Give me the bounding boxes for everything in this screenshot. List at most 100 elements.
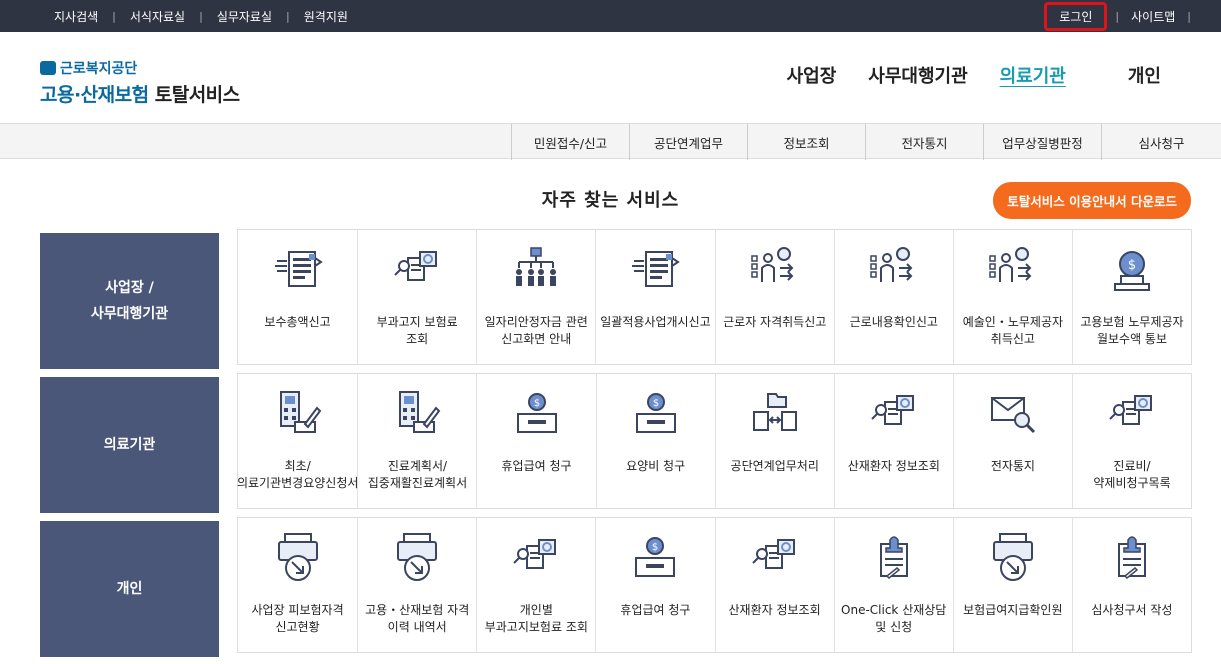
service-item[interactable]: 산재환자 정보조회 [714, 518, 834, 652]
category-label: 사업장 / 사무대행기관 [40, 233, 219, 369]
service-item-label: 진료계획서/집중재활진료계획서 [367, 459, 468, 490]
service-item[interactable]: 근로내용확인신고 [833, 230, 953, 364]
service-grid: 최초/의료기관변경요양신청서 진료계획서/집중재활진료계획서 $ 휴업급여 청구 $ 요양… [237, 373, 1192, 509]
stamp-document-icon [1103, 530, 1161, 592]
service-row: 개인사업장 피보험자격 신고현황 고용・산재보험 자격 이력 내역서 개인별 부과고… [40, 517, 1192, 657]
service-item-label: 일괄적용사업개시신고 [600, 315, 711, 329]
sitemap-link[interactable]: 사이트맵 [1119, 8, 1187, 25]
printer-arrow-icon [269, 530, 327, 592]
top-utility-bar: 지사검색 | 서식자료실 | 실무자료실 | 원격지원 로그인 | 사이트맵 | [0, 0, 1221, 32]
nav-workplace[interactable]: 사업장 [787, 62, 837, 88]
service-item[interactable]: $ 휴업급여 청구 [476, 374, 595, 508]
service-item[interactable]: 일자리안정자금 관련 신고화면 안내 [476, 230, 595, 364]
service-item[interactable]: One-Click 산재상담 및 신청 [833, 518, 953, 652]
nav-medical[interactable]: 의료기관 [1000, 62, 1066, 88]
separator: | [1187, 9, 1191, 23]
service-item[interactable]: 부과고지 보험료 조회 [357, 230, 476, 364]
service-grid: 보수총액신고 부과고지 보험료 조회 일자리안정자금 관련 신고화면 안내 일괄적용사… [237, 229, 1192, 365]
document-list-icon [626, 242, 684, 304]
service-row: 의료기관최초/의료기관변경요양신청서 진료계획서/집중재활진료계획서 $ 휴업급여 청… [40, 373, 1192, 513]
service-item[interactable]: 진료비/약제비청구목록 [1071, 374, 1191, 508]
invoice-search-icon [1103, 386, 1161, 448]
service-item[interactable]: 예술인・노무제공자 취득신고 [952, 230, 1072, 364]
worker-list-icon [746, 242, 804, 304]
service-row: 사업장 / 사무대행기관보수총액신고 부과고지 보험료 조회 일자리안정자금 관련 신… [40, 229, 1192, 369]
logo-org: 근로복지공단 [40, 58, 240, 78]
logo-org-label: 근로복지공단 [60, 61, 138, 77]
document-list-icon [269, 242, 327, 304]
login-button[interactable]: 로그인 [1044, 1, 1108, 31]
topbar-link-materials[interactable]: 실무자료실 [203, 8, 286, 25]
hospital-pen-icon [388, 386, 446, 448]
money-box-icon: $ [626, 530, 684, 592]
topbar-link-forms[interactable]: 서식자료실 [116, 8, 199, 25]
service-item[interactable]: $ 휴업급여 청구 [595, 518, 714, 652]
invoice-search-icon [507, 530, 565, 592]
service-item[interactable]: 근로자 자격취득신고 [714, 230, 834, 364]
subnav-e-notice[interactable]: 전자통지 [865, 124, 983, 160]
money-box-icon: $ [627, 386, 685, 448]
main-nav: 사업장 사무대행기관 의료기관 개인 [755, 62, 1161, 88]
worker-list-icon [865, 242, 923, 304]
guide-download-button[interactable]: 토탈서비스 이용안내서 다운로드 [993, 182, 1191, 219]
site-logo[interactable]: 근로복지공단 고용·산재보험 토탈서비스 [40, 58, 240, 107]
service-item[interactable]: 일괄적용사업개시신고 [595, 230, 714, 364]
envelope-search-icon [984, 386, 1042, 448]
service-item-label: 사업장 피보험자격 신고현황 [251, 603, 344, 634]
topbar-link-remote-support[interactable]: 원격지원 [290, 8, 362, 25]
service-item-label: 휴업급여 청구 [501, 459, 572, 473]
service-item-label: One-Click 산재상담 및 신청 [841, 603, 947, 634]
subnav-info-lookup[interactable]: 정보조회 [747, 124, 865, 160]
service-item[interactable]: 전자통지 [952, 374, 1072, 508]
service-item-label: 최초/의료기관변경요양신청서 [236, 459, 359, 490]
category-label: 개인 [40, 521, 219, 657]
service-item[interactable]: 최초/의료기관변경요양신청서 [237, 374, 358, 508]
sub-nav-bar: 민원접수/신고 공단연계업무 정보조회 전자통지 업무상질병판정 심사청구 [0, 123, 1221, 160]
svg-text:$: $ [533, 398, 539, 409]
worker-list-icon [984, 242, 1042, 304]
service-item-label: 보험급여지급확인원 [963, 603, 1063, 617]
service-item-label: 휴업급여 청구 [620, 603, 691, 617]
service-item[interactable]: 보수총액신고 [238, 230, 357, 364]
nav-agency[interactable]: 사무대행기관 [868, 62, 967, 88]
logo-title-b: 토탈서비스 [154, 84, 240, 106]
service-item[interactable]: 진료계획서/집중재활진료계획서 [357, 374, 476, 508]
service-item[interactable]: $ 고용보험 노무제공자 월보수액 통보 [1071, 230, 1191, 364]
invoice-search-icon [746, 530, 804, 592]
service-item-label: 예술인・노무제공자 취득신고 [962, 315, 1064, 346]
service-item-label: 산재환자 정보조회 [847, 459, 940, 473]
service-grid: 사업장 피보험자격 신고현황 고용・산재보험 자격 이력 내역서 개인별 부과고지보… [237, 517, 1192, 653]
invoice-search-icon [865, 386, 923, 448]
subnav-appeal[interactable]: 심사청구 [1101, 124, 1221, 160]
service-item-label: 보수총액신고 [264, 315, 331, 329]
service-item-label: 개인별 부과고지보험료 조회 [484, 603, 588, 634]
money-box-icon: $ [508, 386, 566, 448]
subnav-civil-report[interactable]: 민원접수/신고 [511, 124, 629, 160]
money-bag-icon: $ [1103, 242, 1161, 304]
exchange-folder-icon [746, 386, 804, 448]
service-item[interactable]: 공단연계업무처리 [714, 374, 834, 508]
service-item[interactable]: 개인별 부과고지보험료 조회 [476, 518, 595, 652]
service-item[interactable]: 사업장 피보험자격 신고현황 [238, 518, 357, 652]
service-item-label: 심사청구서 작성 [1091, 603, 1173, 617]
printer-arrow-icon [388, 530, 446, 592]
service-item[interactable]: $ 요양비 청구 [595, 374, 715, 508]
subnav-linked-tasks[interactable]: 공단연계업무 [629, 124, 747, 160]
service-item-label: 전자통지 [990, 459, 1035, 473]
service-item[interactable]: 심사청구서 작성 [1071, 518, 1191, 652]
nav-personal[interactable]: 개인 [1128, 62, 1161, 88]
service-item-label: 요양비 청구 [626, 459, 686, 473]
service-item-label: 근로내용확인신고 [849, 315, 938, 329]
topbar-link-branch-search[interactable]: 지사검색 [40, 8, 112, 25]
logo-title: 고용·산재보험 토탈서비스 [40, 80, 240, 107]
invoice-search-icon [388, 242, 446, 304]
stamp-document-icon [865, 530, 923, 592]
subnav-disease-judgment[interactable]: 업무상질병판정 [983, 124, 1101, 160]
category-label: 의료기관 [40, 377, 219, 513]
service-item[interactable]: 보험급여지급확인원 [952, 518, 1072, 652]
logo-mark-icon [40, 61, 56, 75]
service-item[interactable]: 고용・산재보험 자격 이력 내역서 [357, 518, 476, 652]
service-item-label: 산재환자 정보조회 [728, 603, 821, 617]
svg-text:$: $ [1128, 258, 1136, 273]
service-item[interactable]: 산재환자 정보조회 [833, 374, 953, 508]
